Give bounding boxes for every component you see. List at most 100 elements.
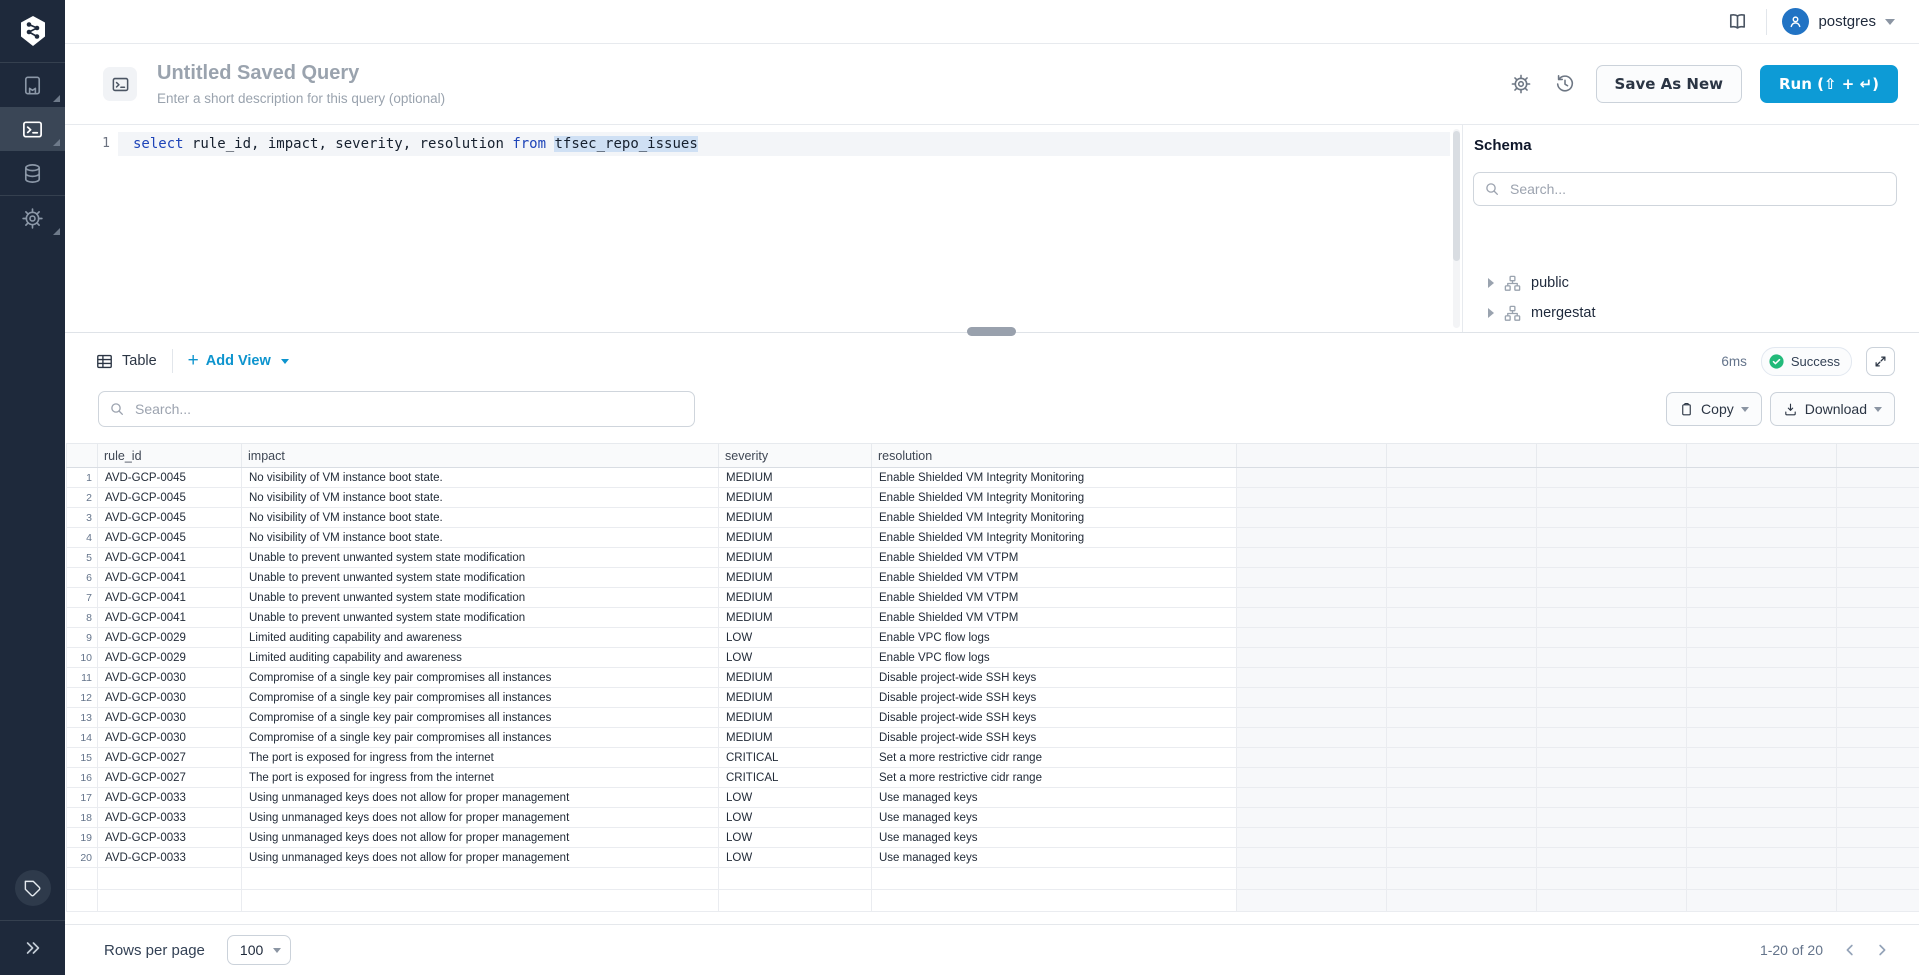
empty-cell	[1387, 588, 1537, 608]
schema-search-box	[1473, 172, 1897, 206]
empty-cell	[1387, 608, 1537, 628]
clipboard-icon	[1679, 402, 1694, 417]
sidebar-item-database[interactable]	[0, 151, 65, 195]
status-label: Success	[1791, 354, 1840, 369]
table-row[interactable]: 6AVD-GCP-0041Unable to prevent unwanted …	[67, 568, 1919, 588]
empty-cell	[1537, 708, 1687, 728]
table-cell: Unable to prevent unwanted system state …	[242, 608, 719, 628]
sidebar-item-repos[interactable]	[0, 63, 65, 107]
table-row[interactable]: 16AVD-GCP-0027The port is exposed for in…	[67, 768, 1919, 788]
row-number: 9	[67, 628, 98, 648]
empty-cell	[1537, 588, 1687, 608]
results-search-input[interactable]	[133, 400, 684, 418]
schema-tree-item-mergestat[interactable]: mergestat	[1463, 298, 1919, 328]
empty-cell	[1237, 628, 1387, 648]
table-row[interactable]: 11AVD-GCP-0030Compromise of a single key…	[67, 668, 1919, 688]
table-cell: MEDIUM	[719, 728, 872, 748]
tab-table-view[interactable]: Table	[95, 352, 157, 371]
column-header-rule-id: rule_id	[98, 444, 242, 468]
chevron-right-icon[interactable]	[1488, 308, 1494, 318]
schema-tree-item-public[interactable]: public	[1463, 268, 1919, 298]
empty-cell	[1837, 890, 1919, 912]
table-row[interactable]: 10AVD-GCP-0029Limited auditing capabilit…	[67, 648, 1919, 668]
table-cell: AVD-GCP-0029	[98, 628, 242, 648]
download-button[interactable]: Download	[1770, 392, 1895, 426]
schema-tree: public mergestat	[1463, 268, 1919, 328]
table-cell	[242, 890, 719, 912]
editor-scrollbar-thumb[interactable]	[1453, 131, 1460, 261]
sidebar-item-queries[interactable]	[0, 107, 65, 151]
schema-search-input[interactable]	[1508, 180, 1886, 198]
download-icon	[1783, 402, 1798, 417]
empty-cell	[1837, 728, 1919, 748]
table-row[interactable]: 18AVD-GCP-0033Using unmanaged keys does …	[67, 808, 1919, 828]
table-row[interactable]: 4AVD-GCP-0045No visibility of VM instanc…	[67, 528, 1919, 548]
table-row[interactable]: 17AVD-GCP-0033Using unmanaged keys does …	[67, 788, 1919, 808]
empty-cell	[1537, 648, 1687, 668]
query-history-button[interactable]	[1552, 71, 1578, 97]
empty-cell	[1387, 708, 1537, 728]
query-settings-button[interactable]	[1508, 71, 1534, 97]
pane-resize-handle[interactable]	[967, 327, 1016, 336]
rows-per-page-value: 100	[240, 942, 263, 958]
table-row[interactable]: 1AVD-GCP-0045No visibility of VM instanc…	[67, 468, 1919, 488]
empty-cell	[1687, 668, 1837, 688]
copy-button[interactable]: Copy	[1666, 392, 1762, 426]
table-row[interactable]: 12AVD-GCP-0030Compromise of a single key…	[67, 688, 1919, 708]
empty-cell	[1837, 868, 1919, 890]
table-cell: Use managed keys	[872, 788, 1237, 808]
table-cell: LOW	[719, 848, 872, 868]
table-cell: Use managed keys	[872, 848, 1237, 868]
sidebar-item-tags[interactable]	[15, 870, 51, 906]
mergestat-logo-icon	[18, 15, 48, 47]
table-cell: MEDIUM	[719, 468, 872, 488]
table-row[interactable]: 2AVD-GCP-0045No visibility of VM instanc…	[67, 488, 1919, 508]
table-row[interactable]: 3AVD-GCP-0045No visibility of VM instanc…	[67, 508, 1919, 528]
table-cell: The port is exposed for ingress from the…	[242, 768, 719, 788]
chevron-down-icon	[281, 359, 289, 364]
docs-button[interactable]	[1724, 8, 1751, 35]
empty-cell	[1237, 548, 1387, 568]
mergestat-logo[interactable]	[0, 0, 65, 62]
table-cell: Enable Shielded VM Integrity Monitoring	[872, 528, 1237, 548]
table-row[interactable]: 19AVD-GCP-0033Using unmanaged keys does …	[67, 828, 1919, 848]
row-number: 15	[67, 748, 98, 768]
empty-cell	[1387, 508, 1537, 528]
table-cell: AVD-GCP-0045	[98, 488, 242, 508]
run-query-button[interactable]: Run (⇧ + ↵)	[1760, 65, 1898, 103]
save-as-new-button[interactable]: Save As New	[1596, 65, 1742, 103]
table-row[interactable]: 5AVD-GCP-0041Unable to prevent unwanted …	[67, 548, 1919, 568]
row-number: 13	[67, 708, 98, 728]
row-number: 8	[67, 608, 98, 628]
sidebar-item-settings[interactable]	[0, 196, 65, 240]
previous-page-button[interactable]	[1839, 939, 1861, 961]
table-cell: Enable VPC flow logs	[872, 628, 1237, 648]
empty-cell	[1687, 890, 1837, 912]
table-row[interactable]: 15AVD-GCP-0027The port is exposed for in…	[67, 748, 1919, 768]
table-cell: LOW	[719, 628, 872, 648]
table-row[interactable]: 8AVD-GCP-0041Unable to prevent unwanted …	[67, 608, 1919, 628]
table-row[interactable]: 14AVD-GCP-0030Compromise of a single key…	[67, 728, 1919, 748]
expand-results-button[interactable]	[1866, 347, 1895, 376]
add-view-button[interactable]: + Add View	[188, 353, 289, 370]
empty-cell	[1387, 488, 1537, 508]
expand-sidebar-button[interactable]	[0, 921, 65, 975]
empty-cell	[1537, 528, 1687, 548]
query-title[interactable]: Untitled Saved Query	[157, 62, 1508, 85]
table-row[interactable]: 20AVD-GCP-0033Using unmanaged keys does …	[67, 848, 1919, 868]
empty-column-header	[1237, 444, 1387, 468]
table-row[interactable]: 9AVD-GCP-0029Limited auditing capability…	[67, 628, 1919, 648]
query-description-placeholder[interactable]: Enter a short description for this query…	[157, 91, 1508, 106]
topbar-divider	[1766, 9, 1767, 35]
user-menu[interactable]: postgres	[1782, 8, 1895, 35]
sql-line-code[interactable]: select rule_id, impact, severity, resolu…	[118, 132, 1450, 156]
empty-cell	[1537, 668, 1687, 688]
table-cell: AVD-GCP-0041	[98, 548, 242, 568]
rows-per-page-select[interactable]: 100	[227, 935, 291, 965]
table-cell: MEDIUM	[719, 488, 872, 508]
table-row[interactable]: 13AVD-GCP-0030Compromise of a single key…	[67, 708, 1919, 728]
chevron-right-icon[interactable]	[1488, 278, 1494, 288]
table-cell: AVD-GCP-0027	[98, 748, 242, 768]
next-page-button[interactable]	[1871, 939, 1893, 961]
table-row[interactable]: 7AVD-GCP-0041Unable to prevent unwanted …	[67, 588, 1919, 608]
